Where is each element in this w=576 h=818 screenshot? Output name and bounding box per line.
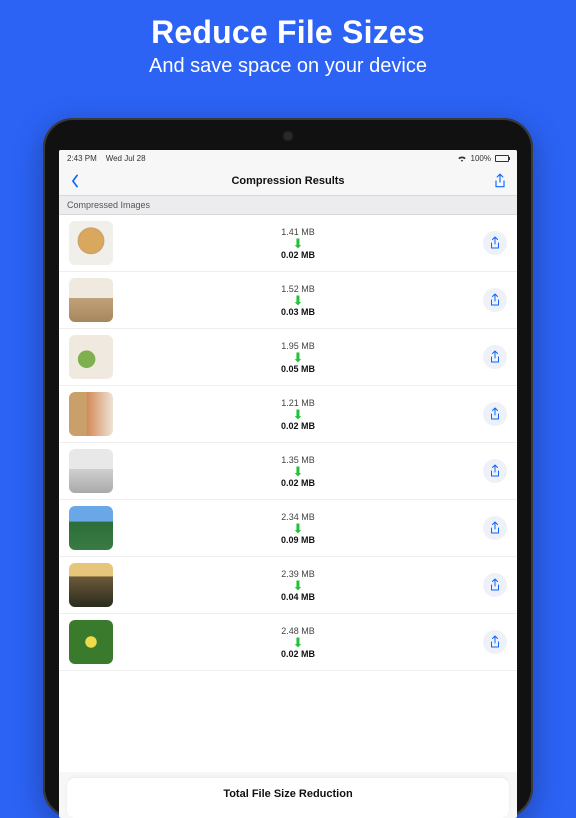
compressed-size: 0.02 MB xyxy=(281,250,315,260)
hero-subtitle: And save space on your device xyxy=(0,55,576,78)
arrow-down-icon: ⬇ xyxy=(293,523,304,534)
size-info: 1.41 MB⬇0.02 MB xyxy=(113,227,483,260)
nav-bar: Compression Results xyxy=(59,166,517,196)
share-icon xyxy=(489,521,501,535)
original-size: 1.52 MB xyxy=(281,284,315,294)
status-battery-pct: 100% xyxy=(471,154,491,163)
original-size: 2.48 MB xyxy=(281,626,315,636)
result-row[interactable]: 1.21 MB⬇0.02 MB xyxy=(59,386,517,443)
result-row[interactable]: 1.35 MB⬇0.02 MB xyxy=(59,443,517,500)
thumbnail xyxy=(69,563,113,607)
result-row[interactable]: 2.34 MB⬇0.09 MB xyxy=(59,500,517,557)
row-share-button[interactable] xyxy=(483,288,507,312)
arrow-down-icon: ⬇ xyxy=(293,409,304,420)
compressed-size: 0.03 MB xyxy=(281,307,315,317)
nav-title: Compression Results xyxy=(59,175,517,187)
compressed-size: 0.02 MB xyxy=(281,478,315,488)
size-info: 1.52 MB⬇0.03 MB xyxy=(113,284,483,317)
share-icon xyxy=(489,464,501,478)
hero: Reduce File Sizes And save space on your… xyxy=(0,0,576,78)
status-right: 100% xyxy=(457,154,509,163)
result-row[interactable]: 2.39 MB⬇0.04 MB xyxy=(59,557,517,614)
share-icon xyxy=(493,173,507,189)
share-icon xyxy=(489,350,501,364)
share-button[interactable] xyxy=(493,173,507,189)
share-icon xyxy=(489,635,501,649)
thumbnail xyxy=(69,449,113,493)
thumbnail xyxy=(69,278,113,322)
result-row[interactable]: 2.48 MB⬇0.02 MB xyxy=(59,614,517,671)
hero-title: Reduce File Sizes xyxy=(0,14,576,51)
row-share-button[interactable] xyxy=(483,402,507,426)
original-size: 1.41 MB xyxy=(281,227,315,237)
size-info: 1.95 MB⬇0.05 MB xyxy=(113,341,483,374)
battery-icon xyxy=(495,155,509,162)
size-info: 2.48 MB⬇0.02 MB xyxy=(113,626,483,659)
result-row[interactable]: 1.52 MB⬇0.03 MB xyxy=(59,272,517,329)
thumbnail xyxy=(69,221,113,265)
thumbnail xyxy=(69,620,113,664)
original-size: 1.95 MB xyxy=(281,341,315,351)
size-info: 2.34 MB⬇0.09 MB xyxy=(113,512,483,545)
wifi-icon xyxy=(457,154,467,162)
status-time: 2:43 PM xyxy=(67,154,97,163)
app-screen: 2:43 PM Wed Jul 28 100% Compression Resu… xyxy=(59,150,517,818)
footer-label: Total File Size Reduction xyxy=(223,788,352,800)
share-icon xyxy=(489,578,501,592)
share-icon xyxy=(489,236,501,250)
device-frame: 2:43 PM Wed Jul 28 100% Compression Resu… xyxy=(43,118,533,818)
row-share-button[interactable] xyxy=(483,231,507,255)
row-share-button[interactable] xyxy=(483,573,507,597)
status-bar: 2:43 PM Wed Jul 28 100% xyxy=(59,150,517,166)
compressed-size: 0.09 MB xyxy=(281,535,315,545)
row-share-button[interactable] xyxy=(483,459,507,483)
arrow-down-icon: ⬇ xyxy=(293,580,304,591)
arrow-down-icon: ⬇ xyxy=(293,352,304,363)
arrow-down-icon: ⬇ xyxy=(293,466,304,477)
share-icon xyxy=(489,293,501,307)
original-size: 1.21 MB xyxy=(281,398,315,408)
row-share-button[interactable] xyxy=(483,516,507,540)
chevron-left-icon xyxy=(69,174,81,188)
thumbnail xyxy=(69,506,113,550)
status-left: 2:43 PM Wed Jul 28 xyxy=(67,154,146,163)
size-info: 2.39 MB⬇0.04 MB xyxy=(113,569,483,602)
footer-summary: Total File Size Reduction xyxy=(67,778,509,818)
share-icon xyxy=(489,407,501,421)
status-date: Wed Jul 28 xyxy=(106,154,146,163)
thumbnail xyxy=(69,335,113,379)
original-size: 2.34 MB xyxy=(281,512,315,522)
arrow-down-icon: ⬇ xyxy=(293,238,304,249)
result-row[interactable]: 1.41 MB⬇0.02 MB xyxy=(59,215,517,272)
size-info: 1.21 MB⬇0.02 MB xyxy=(113,398,483,431)
size-info: 1.35 MB⬇0.02 MB xyxy=(113,455,483,488)
results-list[interactable]: 1.41 MB⬇0.02 MB1.52 MB⬇0.03 MB1.95 MB⬇0.… xyxy=(59,215,517,772)
row-share-button[interactable] xyxy=(483,630,507,654)
original-size: 2.39 MB xyxy=(281,569,315,579)
compressed-size: 0.02 MB xyxy=(281,421,315,431)
device-camera xyxy=(284,132,292,140)
compressed-size: 0.05 MB xyxy=(281,364,315,374)
result-row[interactable]: 1.95 MB⬇0.05 MB xyxy=(59,329,517,386)
row-share-button[interactable] xyxy=(483,345,507,369)
original-size: 1.35 MB xyxy=(281,455,315,465)
compressed-size: 0.02 MB xyxy=(281,649,315,659)
arrow-down-icon: ⬇ xyxy=(293,295,304,306)
section-header: Compressed Images xyxy=(59,196,517,215)
compressed-size: 0.04 MB xyxy=(281,592,315,602)
back-button[interactable] xyxy=(69,174,81,188)
thumbnail xyxy=(69,392,113,436)
arrow-down-icon: ⬇ xyxy=(293,637,304,648)
